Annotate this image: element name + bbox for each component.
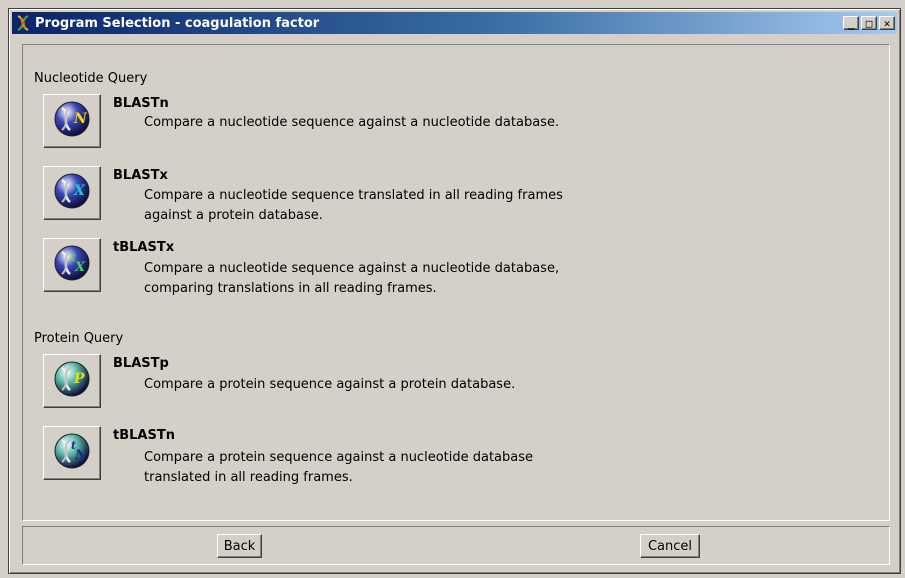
tblastn-name: tBLASTn <box>113 428 175 443</box>
blastx-description: Compare a nucleotide sequence translated… <box>144 188 563 223</box>
blastx-button[interactable]: X <box>43 166 101 220</box>
tblastx-name: tBLASTx <box>113 240 175 255</box>
blastn-button[interactable]: N <box>43 94 101 148</box>
blastn-name: BLASTn <box>113 96 169 111</box>
icon-letter: X <box>73 183 86 199</box>
app-icon <box>15 15 31 31</box>
blastn-description: Compare a nucleotide sequence against a … <box>144 115 560 130</box>
tblastx-description: Compare a nucleotide sequence against a … <box>144 261 560 296</box>
window-title: Program Selection - coagulation factor <box>35 15 320 31</box>
dna-x-icon: X <box>53 172 91 214</box>
nucleotide-query-label: Nucleotide Query <box>34 71 148 86</box>
icon-letter: P <box>73 371 85 387</box>
close-button[interactable]: ✕ <box>879 16 895 30</box>
program-list-panel: Nucleotide Query N BLASTn Compare a nucl… <box>22 44 890 521</box>
title-bar[interactable]: Program Selection - coagulation factor _… <box>12 12 897 34</box>
cancel-button[interactable]: Cancel <box>640 534 700 558</box>
protein-query-label: Protein Query <box>34 331 124 346</box>
protein-p-icon: P <box>53 360 91 402</box>
minimize-button[interactable]: _ <box>843 16 859 30</box>
blastp-name: BLASTp <box>113 356 169 371</box>
protein-tn-icon: tN <box>53 432 91 474</box>
tblastn-button[interactable]: tN <box>43 426 101 480</box>
tblastx-button[interactable]: tX <box>43 238 101 292</box>
program-selection-window: Program Selection - coagulation factor _… <box>8 8 901 574</box>
tblastn-description: Compare a protein sequence against a nuc… <box>144 450 534 485</box>
blastp-button[interactable]: P <box>43 354 101 408</box>
dna-tx-icon: tX <box>53 244 91 286</box>
icon-letter: N <box>73 111 88 127</box>
button-bar: Back Cancel <box>22 526 890 565</box>
blastp-description: Compare a protein sequence against a pro… <box>144 377 516 392</box>
dna-n-icon: N <box>53 100 91 142</box>
blastx-name: BLASTx <box>113 168 168 183</box>
back-button[interactable]: Back <box>217 534 262 558</box>
maximize-button[interactable]: □ <box>861 16 877 30</box>
